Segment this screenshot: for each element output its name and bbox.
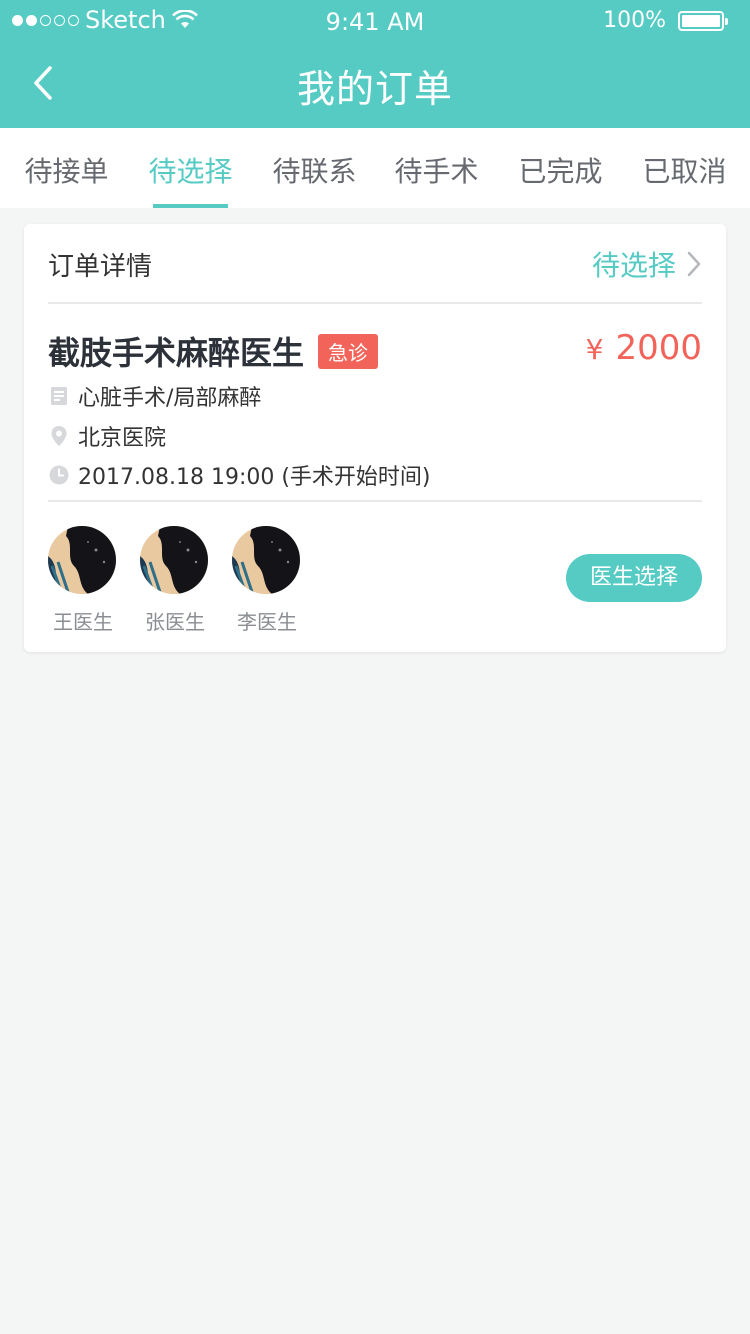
doctor-item[interactable]: 李医生 xyxy=(232,526,302,635)
tab-completed[interactable]: 已完成 xyxy=(498,128,623,208)
tab-pending-surgery[interactable]: 待手术 xyxy=(374,128,499,208)
surgery-time: 2017.08.18 19:00 (手术开始时间) xyxy=(78,465,431,490)
tab-pending-select[interactable]: 待选择 xyxy=(128,128,253,208)
avatar xyxy=(232,526,300,594)
battery-percent: 100% xyxy=(603,8,666,33)
hospital-name: 北京医院 xyxy=(78,426,167,451)
order-price: ¥ 2000 xyxy=(586,328,702,368)
tab-pending-contact[interactable]: 待联系 xyxy=(252,128,377,208)
tab-label: 待联系 xyxy=(272,155,357,188)
tab-pending-accept[interactable]: 待接单 xyxy=(4,128,129,208)
hospital-row: 北京医院 xyxy=(48,420,166,452)
divider xyxy=(48,500,702,502)
urgent-badge: 急诊 xyxy=(318,333,379,369)
tab-label: 待选择 xyxy=(148,155,233,188)
document-icon xyxy=(51,387,67,405)
doctor-name: 王医生 xyxy=(53,610,113,634)
tab-cancelled[interactable]: 已取消 xyxy=(622,128,747,208)
time-row: 2017.08.18 19:00 (手术开始时间) xyxy=(48,459,431,491)
battery-status: 100% xyxy=(603,8,728,33)
tab-label: 待接单 xyxy=(24,155,109,188)
battery-icon xyxy=(678,10,728,31)
surgery-type: 心脏手术/局部麻醉 xyxy=(78,386,262,411)
surgery-type-row: 心脏手术/局部麻醉 xyxy=(48,380,261,412)
nav-header: Sketch 9:41 AM 100% 我的订单 xyxy=(0,0,750,128)
location-pin-icon xyxy=(51,426,67,446)
currency-symbol: ¥ xyxy=(585,333,604,366)
order-status: 待选择 xyxy=(591,249,676,282)
doctor-item[interactable]: 张医生 xyxy=(140,526,210,635)
order-title: 截肢手术麻醉医生 xyxy=(48,334,305,372)
doctor-name: 张医生 xyxy=(145,610,205,634)
clock-icon xyxy=(49,465,69,485)
doctor-item[interactable]: 王医生 xyxy=(48,526,118,635)
avatar xyxy=(140,526,208,594)
status-bar: Sketch 9:41 AM 100% xyxy=(0,0,750,40)
order-card[interactable]: 订单详情 待选择 截肢手术麻醉医生 急诊 ¥ 2000 心脏手术/局部麻醉 北京… xyxy=(24,224,726,652)
order-title-row: 截肢手术麻醉医生 急诊 xyxy=(48,328,379,374)
chevron-right-icon xyxy=(687,251,701,277)
order-detail-label: 订单详情 xyxy=(48,252,153,282)
select-doctor-button[interactable]: 医生选择 xyxy=(566,554,702,602)
order-status-link[interactable]: 待选择 xyxy=(592,244,702,284)
price-amount: 2000 xyxy=(615,328,702,368)
page-title: 我的订单 xyxy=(296,67,453,111)
doctor-name: 李医生 xyxy=(237,610,297,634)
order-card-header: 订单详情 待选择 xyxy=(48,224,702,304)
order-tabs: 待接单 待选择 待联系 待手术 已完成 已取消 xyxy=(0,128,750,208)
avatar xyxy=(48,526,116,594)
tab-label: 已取消 xyxy=(642,155,727,188)
tab-label: 已完成 xyxy=(518,155,603,188)
tab-label: 待手术 xyxy=(394,155,479,188)
active-tab-indicator xyxy=(153,204,228,208)
